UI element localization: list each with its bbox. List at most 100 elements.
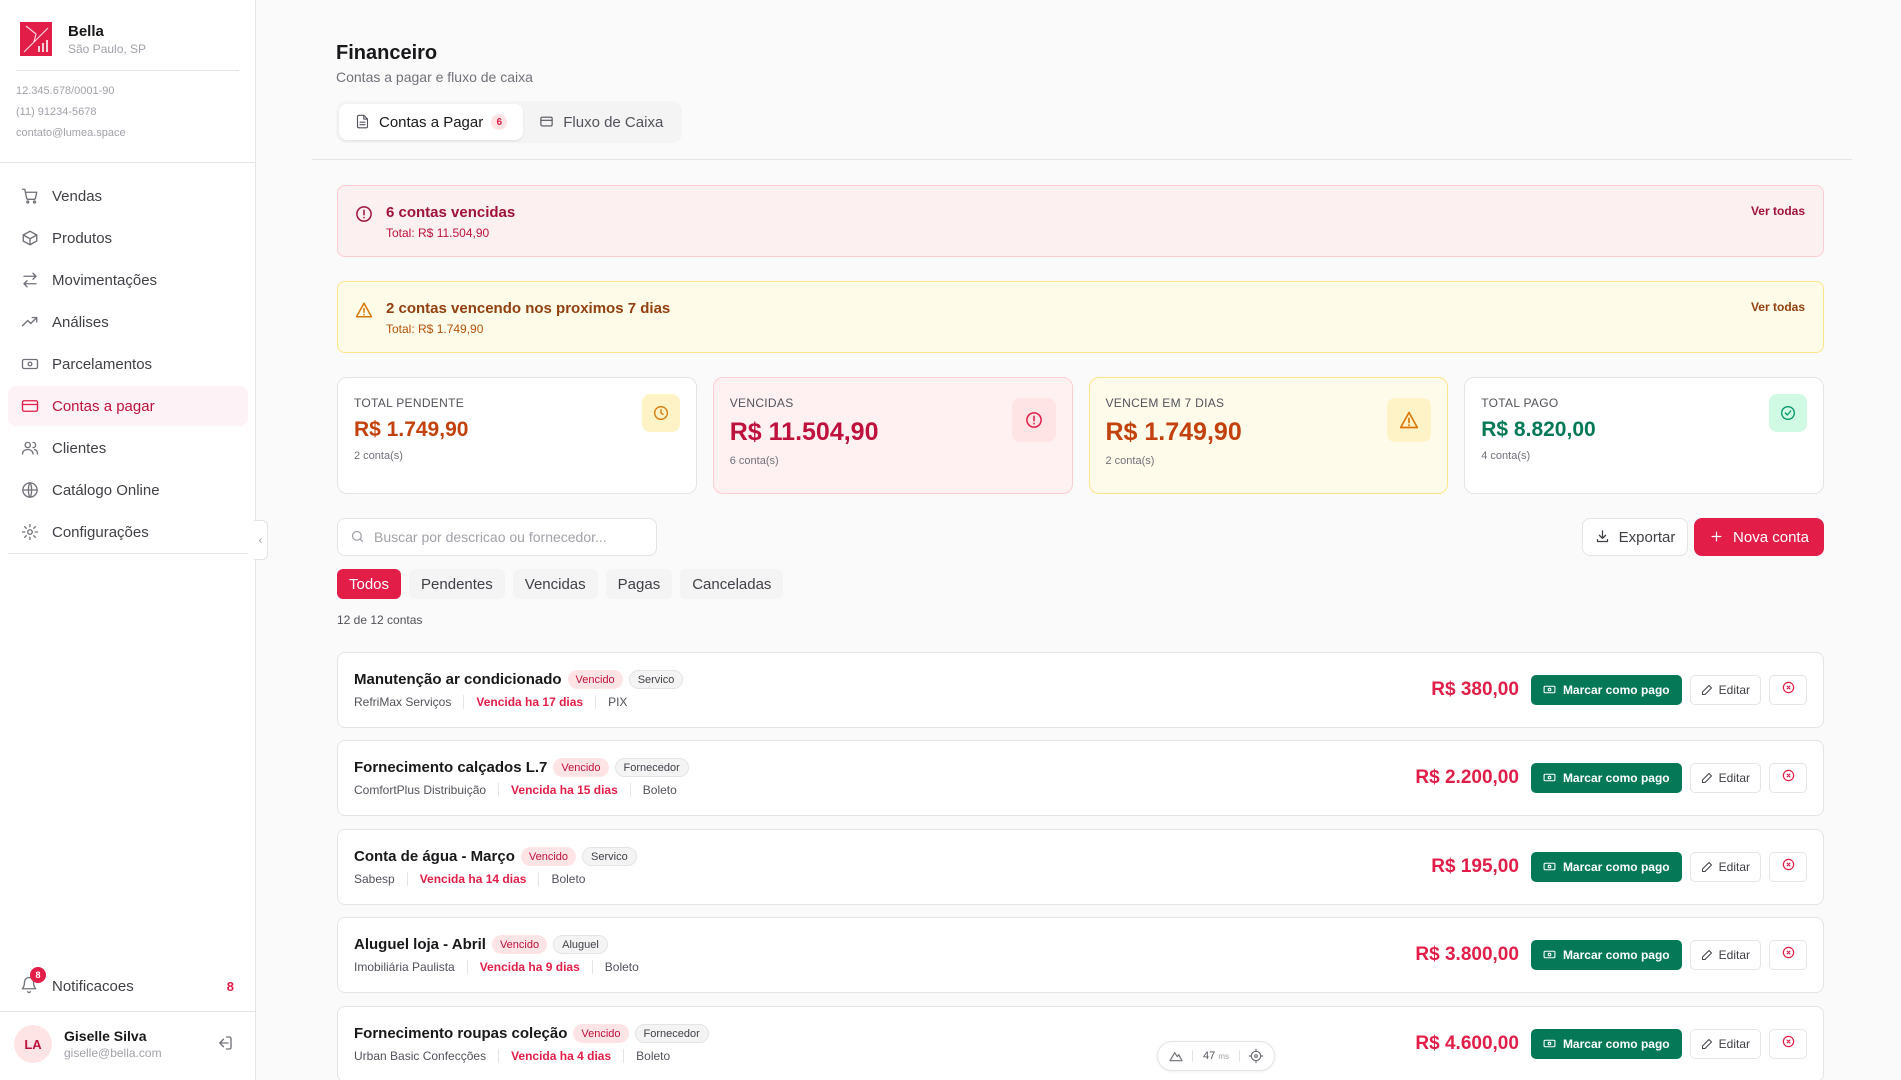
perf-indicator[interactable]: 47 ms — [1157, 1041, 1275, 1071]
bill-method: PIX — [595, 695, 639, 709]
banknote-icon — [1543, 948, 1557, 962]
sidebar-item-produtos[interactable]: Produtos — [8, 218, 248, 258]
main-content: Financeiro Contas a pagar e fluxo de cai… — [256, 0, 1901, 1080]
export-label: Exportar — [1618, 528, 1676, 546]
brand: Bella São Paulo, SP — [0, 0, 255, 56]
globe-icon — [20, 480, 40, 500]
sidebar-item-analises[interactable]: Análises — [8, 302, 248, 342]
edit-button[interactable]: Editar — [1689, 675, 1761, 705]
stat-label: TOTAL PAGO — [1481, 396, 1559, 410]
bill-due: Vencida ha 14 dias — [406, 872, 539, 886]
perf-value: 47 ms — [1192, 1050, 1240, 1062]
mark-paid-label: Marcar como pago — [1562, 1037, 1670, 1051]
status-badge: Vencido — [567, 670, 623, 689]
bill-supplier: Urban Basic Confecções — [354, 1049, 487, 1063]
banknote-icon — [1543, 771, 1557, 785]
bill-row: Conta de água - Março Vencido Servico Sabe… — [337, 829, 1824, 905]
alert-title: 2 contas vencendo nos proximos 7 dias — [386, 300, 671, 317]
filter-pagas[interactable]: Pagas — [605, 569, 673, 599]
mark-paid-label: Marcar como pago — [1562, 860, 1670, 874]
trend-icon — [20, 312, 40, 332]
sidebar-item-parcelamentos[interactable]: Parcelamentos — [8, 344, 248, 384]
sidebar-item-contas-a-pagar[interactable]: Contas a pagar — [8, 386, 248, 426]
check-circle-icon — [1769, 394, 1807, 432]
file-icon — [355, 114, 371, 130]
view-all-link[interactable]: Ver todas — [1751, 300, 1805, 314]
stat-label: VENCIDAS — [729, 396, 794, 410]
sidebar-nav: Vendas Produtos Movimentações Análises P… — [8, 176, 248, 554]
pencil-icon — [1701, 949, 1714, 962]
arrows-icon — [20, 270, 40, 290]
cancel-bill-button[interactable] — [1769, 1029, 1807, 1059]
search-icon — [350, 529, 366, 545]
credit-card-icon — [20, 396, 40, 416]
sidebar-item-configuracoes[interactable]: Configurações — [8, 512, 248, 552]
overdue-alert: 6 contas vencidas Total: R$ 11.504,90 Ve… — [337, 185, 1824, 257]
bill-title: Fornecimento calçados L.7 — [354, 759, 548, 776]
tab-fluxo-de-caixa[interactable]: Fluxo de Caixa — [523, 104, 679, 140]
notification-badge: 8 — [30, 967, 46, 983]
stat-label: TOTAL PENDENTE — [354, 396, 464, 410]
stat-count: 4 conta(s) — [1481, 450, 1531, 462]
stats-cards: TOTAL PENDENTE R$ 1.749,90 2 conta(s) VE… — [337, 377, 1824, 494]
alert-total: Total: R$ 1.749,90 — [386, 322, 484, 336]
edit-button[interactable]: Editar — [1689, 852, 1761, 882]
export-button[interactable]: Exportar — [1582, 518, 1688, 556]
filter-pendentes[interactable]: Pendentes — [409, 569, 505, 599]
sidebar-item-clientes[interactable]: Clientes — [8, 428, 248, 468]
page-title: Financeiro — [336, 42, 438, 64]
bill-supplier: ComfortPlus Distribuição — [354, 783, 487, 797]
sidebar-item-notificacoes[interactable]: 8 Notificacoes 8 — [8, 967, 248, 1004]
search-input[interactable] — [374, 529, 644, 545]
bill-due: Vencida ha 9 dias — [466, 960, 592, 974]
stat-label: VENCEM EM 7 DIAS — [1105, 396, 1225, 410]
stat-vencidas: VENCIDAS R$ 11.504,90 6 conta(s) — [712, 377, 1073, 494]
sidebar-item-label: Configurações — [52, 523, 149, 541]
mark-paid-button[interactable]: Marcar como pago — [1530, 852, 1682, 882]
filter-canceladas[interactable]: Canceladas — [680, 569, 784, 599]
sidebar-item-label: Análises — [52, 313, 109, 331]
bill-amount: R$ 3.800,00 — [1415, 944, 1519, 965]
warning-icon — [1387, 398, 1432, 442]
x-circle-icon — [1782, 858, 1795, 876]
filter-vencidas[interactable]: Vencidas — [512, 569, 598, 599]
stat-value: R$ 11.504,90 — [729, 418, 879, 446]
bill-amount: R$ 2.200,00 — [1415, 767, 1519, 788]
mark-paid-button[interactable]: Marcar como pago — [1530, 763, 1682, 793]
brand-city: São Paulo, SP — [68, 41, 147, 56]
sidebar-item-movimentacoes[interactable]: Movimentações — [8, 260, 248, 300]
download-icon — [1595, 529, 1611, 545]
edit-label: Editar — [1718, 771, 1750, 785]
warning-icon — [355, 301, 373, 319]
sidebar-item-label: Clientes — [52, 439, 107, 457]
alert-circle-icon — [1011, 398, 1056, 442]
logout-icon[interactable] — [216, 1034, 236, 1054]
mark-paid-button[interactable]: Marcar como pago — [1530, 675, 1682, 705]
tab-badge: 6 — [491, 114, 508, 130]
new-bill-button[interactable]: Nova conta — [1694, 518, 1824, 556]
sidebar-item-catalogo-online[interactable]: Catálogo Online — [8, 470, 248, 510]
avatar[interactable]: LA — [14, 1025, 52, 1063]
edit-button[interactable]: Editar — [1689, 763, 1761, 793]
cancel-bill-button[interactable] — [1769, 675, 1807, 705]
plus-icon — [1709, 529, 1725, 545]
cancel-bill-button[interactable] — [1769, 940, 1807, 970]
tab-contas-a-pagar[interactable]: Contas a Pagar 6 — [339, 104, 524, 140]
mark-paid-button[interactable]: Marcar como pago — [1530, 940, 1682, 970]
x-circle-icon — [1782, 769, 1795, 787]
bill-title: Aluguel loja - Abril — [354, 936, 486, 953]
edit-button[interactable]: Editar — [1689, 940, 1761, 970]
cancel-bill-button[interactable] — [1769, 852, 1807, 882]
edit-button[interactable]: Editar — [1689, 1029, 1761, 1059]
stat-value: R$ 1.749,90 — [354, 418, 469, 441]
alert-title: 6 contas vencidas — [386, 204, 516, 221]
view-all-link[interactable]: Ver todas — [1751, 204, 1805, 218]
mark-paid-button[interactable]: Marcar como pago — [1530, 1029, 1682, 1059]
status-badge: Vencido — [520, 847, 577, 866]
cancel-bill-button[interactable] — [1769, 763, 1807, 793]
triangle-icon — [1168, 1048, 1184, 1064]
filter-todos[interactable]: Todos — [337, 569, 402, 599]
pencil-icon — [1701, 684, 1714, 697]
sidebar-item-vendas[interactable]: Vendas — [8, 176, 248, 216]
bill-title: Fornecimento roupas coleção — [354, 1025, 568, 1042]
